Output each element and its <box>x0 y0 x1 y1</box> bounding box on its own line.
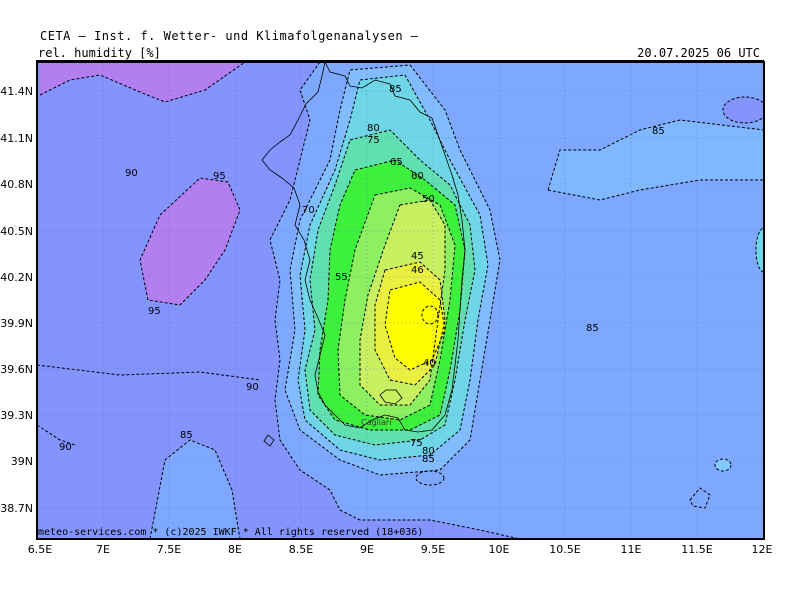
contour-label: 90 <box>59 442 72 453</box>
lat-label: 40.8N <box>0 178 33 191</box>
contour-label: 85 <box>389 84 402 95</box>
lon-label: 9.5E <box>421 543 445 556</box>
copyright-footer: meteo-services.com * (c)2025 IWKF * All … <box>38 527 424 538</box>
contour-label: 85 <box>180 430 193 441</box>
map-field: 90 95 95 90 90 85 85 85 85 80 75 70 65 6… <box>37 62 764 539</box>
lat-label: 41.1N <box>0 132 33 145</box>
lat-label: 40.2N <box>0 271 33 284</box>
contour-label: 95 <box>213 171 226 182</box>
place-label-cagliari: Cagliari <box>361 418 391 427</box>
lon-label: 12E <box>752 543 773 556</box>
contour-label: 80 <box>367 123 380 134</box>
lon-label: 8E <box>228 543 242 556</box>
lat-label: 41.4N <box>0 85 33 98</box>
contour-label: 75 <box>410 438 423 449</box>
contour-label: 45 <box>411 251 424 262</box>
lon-label: 11E <box>621 543 642 556</box>
contour-label: 90 <box>246 382 259 393</box>
lon-label: 9E <box>360 543 374 556</box>
contour-label: 46 <box>411 265 424 276</box>
lat-label: 39.9N <box>0 317 33 330</box>
lon-label: 10.5E <box>549 543 580 556</box>
contour-label: 50 <box>422 194 435 205</box>
lon-label: 6.5E <box>28 543 52 556</box>
lat-label: 39.6N <box>0 363 33 376</box>
lon-label: 8.5E <box>289 543 313 556</box>
lon-label: 10E <box>489 543 510 556</box>
contour-label: 85 <box>652 126 665 137</box>
lat-label: 40.5N <box>0 225 33 238</box>
contour-label: 90 <box>125 168 138 179</box>
latitude-axis-labels: 41.4N 41.1N 40.8N 40.5N 40.2N 39.9N 39.6… <box>0 85 33 515</box>
contour-label: 40 <box>423 358 436 369</box>
contour-label: 65 <box>390 157 403 168</box>
contour-label: 95 <box>148 306 161 317</box>
humidity-map: 90 95 95 90 90 85 85 85 85 80 75 70 65 6… <box>0 61 773 556</box>
lat-label: 38.7N <box>0 502 33 515</box>
contour-label: 60 <box>411 171 424 182</box>
contour-label: 75 <box>367 135 380 146</box>
lon-label: 7.5E <box>157 543 181 556</box>
lon-label: 7E <box>96 543 110 556</box>
contour-label: 70 <box>302 205 315 216</box>
contour-label: 85 <box>422 454 435 465</box>
longitude-axis-labels: 6.5E 7E 7.5E 8E 8.5E 9E 9.5E 10E 10.5E 1… <box>28 543 773 556</box>
lat-label: 39.3N <box>0 409 33 422</box>
contour-label: 85 <box>586 323 599 334</box>
lon-label: 11.5E <box>681 543 712 556</box>
lat-label: 39N <box>11 455 33 468</box>
contour-label: 55 <box>335 272 348 283</box>
